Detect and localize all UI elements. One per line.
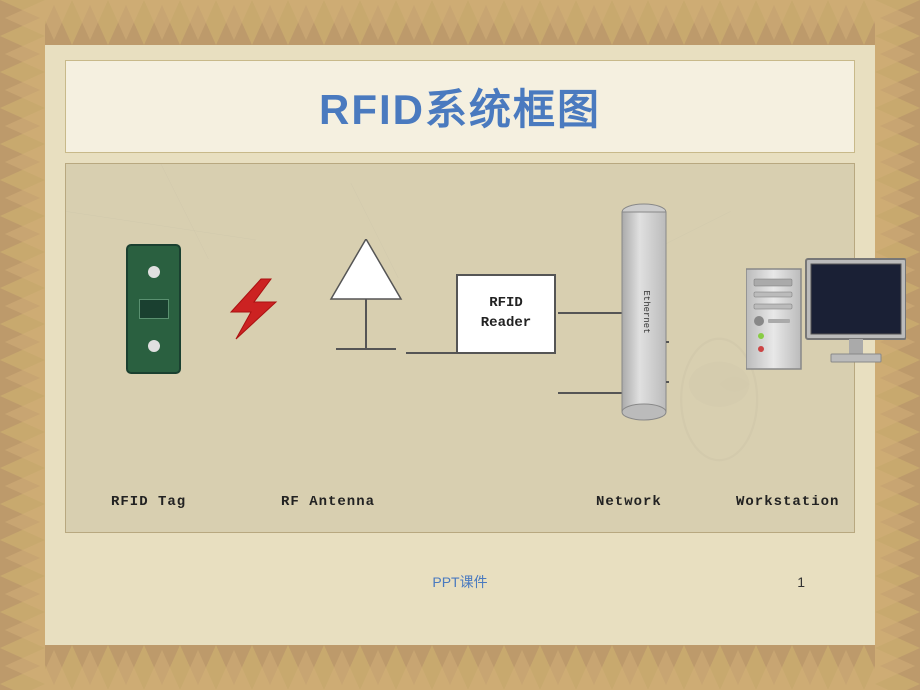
rfid-tag-component (126, 244, 181, 374)
label-rf-antenna: RF Antenna (281, 492, 375, 510)
network-tower-component: Ethernet (619, 194, 669, 439)
footer-text: PPT课件 (432, 572, 487, 592)
diagram-area: RFID Reader (65, 163, 855, 533)
border-left (0, 0, 45, 690)
footer: PPT课件 1 (90, 567, 830, 597)
svg-text:Ethernet: Ethernet (641, 290, 651, 333)
title-section: RFID系统框图 (65, 60, 855, 153)
reader-label: RFID Reader (481, 294, 531, 333)
rfid-reader-component: RFID Reader (456, 274, 556, 354)
border-top (0, 0, 920, 45)
label-workstation: Workstation (736, 492, 839, 510)
tag-dot-bottom (148, 340, 160, 352)
rf-antenna-component (326, 239, 406, 374)
main-area: RFID系统框图 (45, 45, 875, 645)
label-rfid-tag: RFID Tag (111, 492, 186, 510)
page-number: 1 (797, 574, 805, 590)
workstation-component (746, 254, 906, 389)
line-antenna-reader (406, 352, 461, 354)
tag-chip (139, 299, 169, 319)
border-bottom (0, 645, 920, 690)
page-title: RFID系统框图 (319, 86, 601, 133)
lightning-icon (206, 274, 296, 349)
tag-dot-top (148, 266, 160, 278)
label-network: Network (596, 492, 662, 510)
